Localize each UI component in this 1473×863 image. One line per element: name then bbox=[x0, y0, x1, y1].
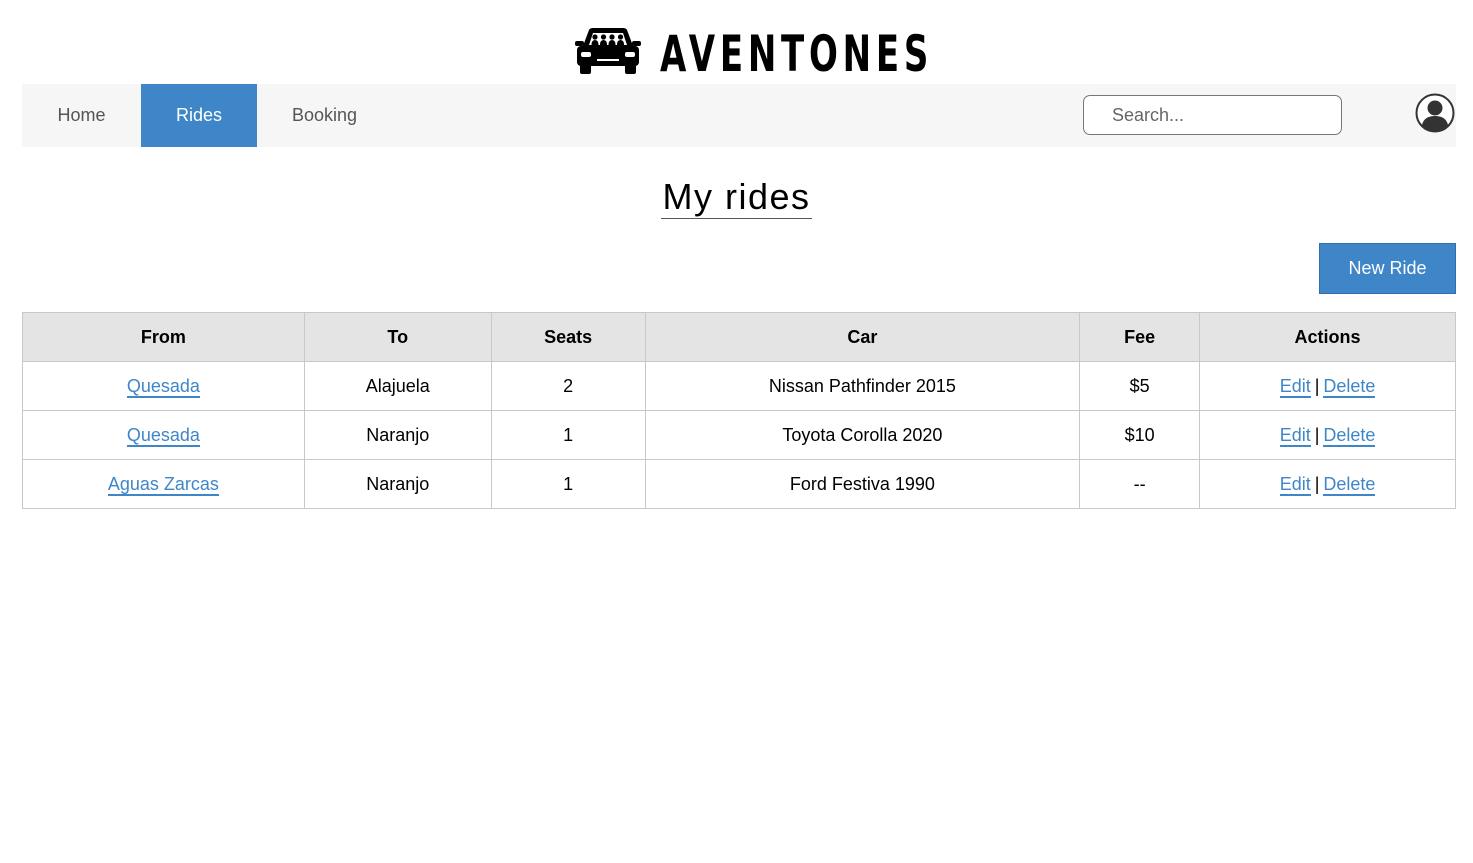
edit-link[interactable]: Edit bbox=[1279, 473, 1311, 496]
from-link[interactable]: Aguas Zarcas bbox=[107, 473, 219, 496]
edit-link[interactable]: Edit bbox=[1279, 424, 1311, 447]
cell-fee: $5 bbox=[1079, 361, 1201, 411]
cell-to: Naranjo bbox=[303, 410, 492, 460]
cell-from: Quesada bbox=[22, 361, 305, 411]
action-separator: | bbox=[1314, 473, 1320, 494]
column-header-from: From bbox=[22, 312, 305, 362]
search-input[interactable] bbox=[1083, 95, 1342, 135]
table-row: Aguas Zarcas Naranjo 1 Ford Festiva 1990… bbox=[22, 459, 1456, 509]
page-title-text: My rides bbox=[661, 176, 812, 219]
new-ride-button[interactable]: New Ride bbox=[1319, 243, 1456, 294]
brand-name: AVENTONES bbox=[660, 25, 934, 83]
from-link[interactable]: Quesada bbox=[126, 375, 200, 398]
navbar: Home Rides Booking bbox=[22, 84, 1456, 147]
car-with-passengers-icon bbox=[575, 28, 641, 74]
column-header-to: To bbox=[303, 312, 492, 362]
nav-item-booking[interactable]: Booking bbox=[257, 84, 392, 147]
cell-from: Quesada bbox=[22, 410, 305, 460]
cell-to: Naranjo bbox=[303, 459, 492, 509]
nav-item-rides[interactable]: Rides bbox=[141, 84, 257, 147]
cell-from: Aguas Zarcas bbox=[22, 459, 305, 509]
cell-car: Toyota Corolla 2020 bbox=[644, 410, 1081, 460]
delete-link[interactable]: Delete bbox=[1323, 424, 1376, 447]
page-title: My rides bbox=[0, 175, 1473, 219]
cell-car: Ford Festiva 1990 bbox=[644, 459, 1081, 509]
action-separator: | bbox=[1314, 424, 1320, 445]
table-header-row: From To Seats Car Fee Actions bbox=[22, 312, 1456, 362]
column-header-seats: Seats bbox=[490, 312, 646, 362]
user-avatar-icon[interactable] bbox=[1415, 93, 1455, 133]
delete-link[interactable]: Delete bbox=[1323, 375, 1376, 398]
cell-seats: 1 bbox=[490, 410, 646, 460]
cell-seats: 2 bbox=[490, 361, 646, 411]
cell-seats: 1 bbox=[490, 459, 646, 509]
cell-actions: Edit | Delete bbox=[1199, 459, 1456, 509]
cell-car: Nissan Pathfinder 2015 bbox=[644, 361, 1081, 411]
from-link[interactable]: Quesada bbox=[126, 424, 200, 447]
table-row: Quesada Naranjo 1 Toyota Corolla 2020 $1… bbox=[22, 410, 1456, 460]
nav-item-home[interactable]: Home bbox=[22, 84, 141, 147]
column-header-fee: Fee bbox=[1079, 312, 1201, 362]
table-row: Quesada Alajuela 2 Nissan Pathfinder 201… bbox=[22, 361, 1456, 411]
cell-actions: Edit | Delete bbox=[1199, 361, 1456, 411]
action-separator: | bbox=[1314, 375, 1320, 396]
brand-logo[interactable]: AVENTONES bbox=[573, 26, 1062, 82]
delete-link[interactable]: Delete bbox=[1323, 473, 1376, 496]
cell-actions: Edit | Delete bbox=[1199, 410, 1456, 460]
cell-fee: $10 bbox=[1079, 410, 1201, 460]
cell-fee: -- bbox=[1079, 459, 1201, 509]
cell-to: Alajuela bbox=[303, 361, 492, 411]
edit-link[interactable]: Edit bbox=[1279, 375, 1311, 398]
column-header-car: Car bbox=[644, 312, 1081, 362]
rides-table: From To Seats Car Fee Actions Quesada Al… bbox=[22, 312, 1456, 509]
column-header-actions: Actions bbox=[1199, 312, 1456, 362]
header: AVENTONES bbox=[0, 0, 1473, 84]
